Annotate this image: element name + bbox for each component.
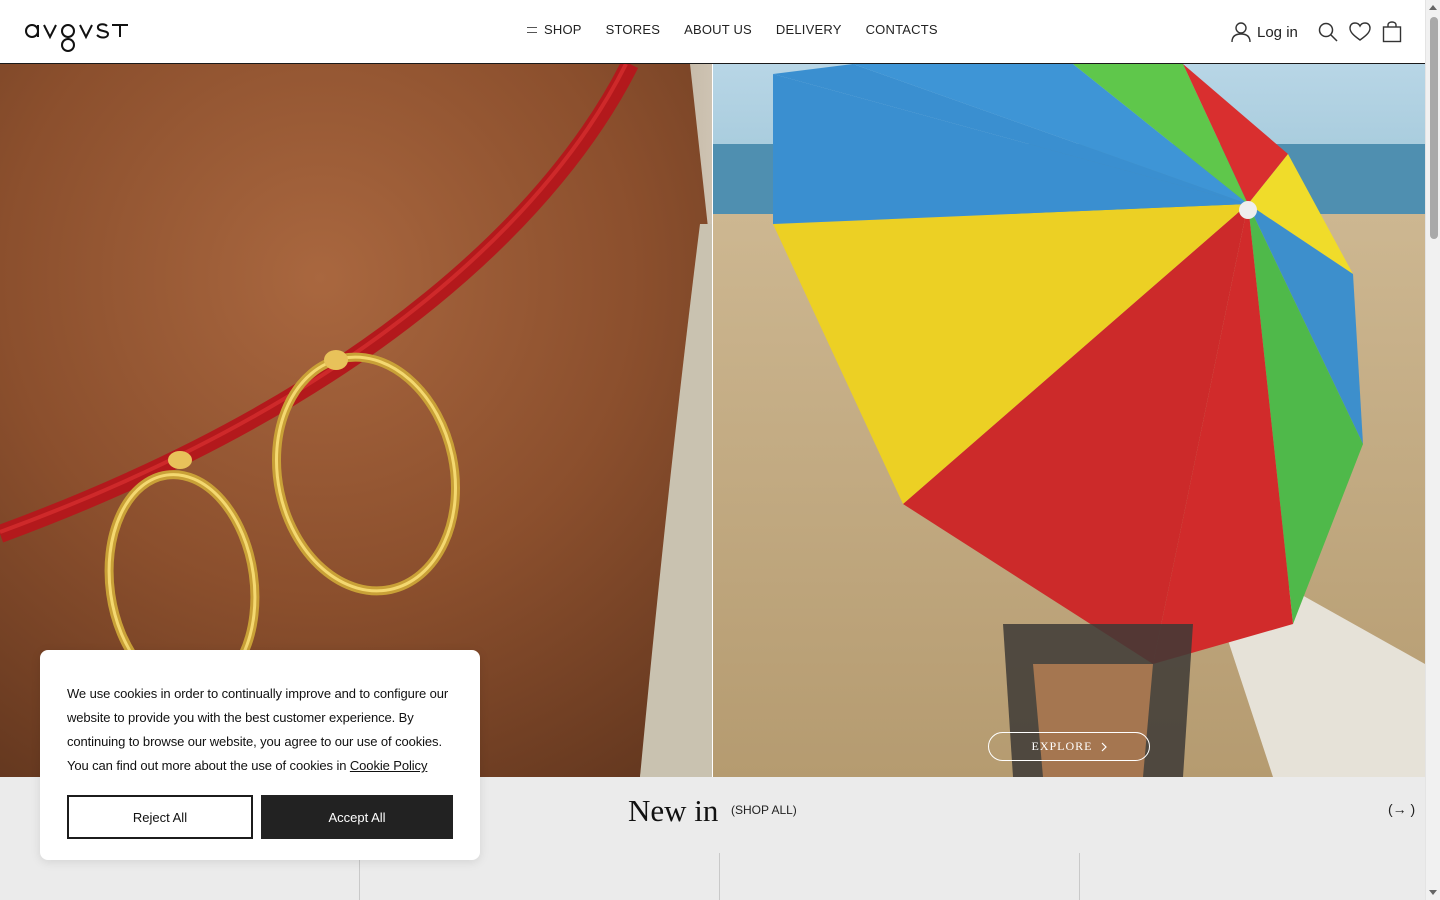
login-label: Log in	[1257, 23, 1298, 41]
brand-logo[interactable]	[24, 14, 132, 54]
scroll-up-icon[interactable]	[1429, 5, 1437, 10]
login-button[interactable]: Log in	[1231, 21, 1298, 43]
search-button[interactable]	[1312, 18, 1344, 46]
reject-all-button[interactable]: Reject All	[67, 795, 253, 839]
page-scrollbar[interactable]	[1425, 0, 1440, 900]
column-divider	[1079, 853, 1080, 900]
cookie-policy-link[interactable]: Cookie Policy	[350, 758, 428, 773]
header-actions: Log in	[1231, 18, 1408, 46]
beach-umbrella-photo	[713, 64, 1425, 777]
next-arrow-button[interactable]: (→ )	[1388, 801, 1415, 817]
bag-icon	[1382, 21, 1402, 43]
heart-icon	[1349, 22, 1371, 41]
accept-all-button[interactable]: Accept All	[261, 795, 453, 839]
nav-item-about[interactable]: ABOUT US	[684, 22, 752, 37]
explore-button[interactable]: EXPLORE	[988, 732, 1150, 761]
nav-item-delivery[interactable]: DELIVERY	[776, 22, 842, 37]
column-divider	[359, 853, 360, 900]
main-nav: SHOP STORES ABOUT US DELIVERY CONTACTS	[527, 22, 938, 37]
chevron-right-icon	[1101, 742, 1107, 751]
hero-image-beach[interactable]	[713, 64, 1425, 777]
nav-item-stores[interactable]: STORES	[606, 22, 660, 37]
section-title: New in	[628, 793, 719, 828]
scrollbar-thumb[interactable]	[1430, 17, 1438, 239]
column-divider	[719, 853, 720, 900]
nav-item-label: CONTACTS	[865, 22, 938, 37]
search-icon	[1318, 22, 1338, 42]
nav-item-label: STORES	[605, 22, 661, 37]
scroll-down-icon[interactable]	[1429, 890, 1437, 895]
nav-item-contacts[interactable]: CONTACTS	[866, 22, 938, 37]
site-header: SHOP STORES ABOUT US DELIVERY CONTACTS L…	[0, 0, 1425, 64]
shop-all-link[interactable]: (SHOP ALL)	[731, 803, 797, 817]
nav-item-shop[interactable]: SHOP	[527, 22, 582, 37]
nav-item-label: SHOP	[544, 22, 582, 37]
wishlist-button[interactable]	[1344, 18, 1376, 46]
cookie-banner: We use cookies in order to continually i…	[40, 650, 480, 860]
cookie-text: We use cookies in order to continually i…	[67, 682, 459, 778]
nav-item-label: ABOUT US	[684, 22, 752, 37]
explore-label: EXPLORE	[1031, 739, 1093, 753]
user-icon	[1231, 22, 1251, 43]
cart-button[interactable]	[1376, 18, 1408, 46]
menu-icon	[527, 26, 537, 33]
nav-item-label: DELIVERY	[775, 22, 842, 37]
